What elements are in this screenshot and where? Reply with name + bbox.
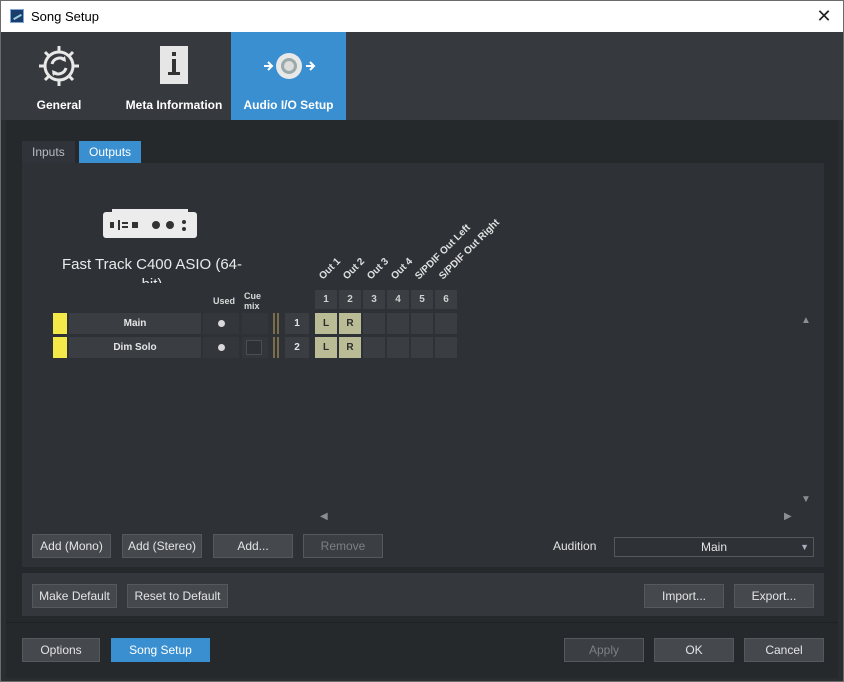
audio-interface-icon [103, 209, 197, 238]
tab-outputs[interactable]: Outputs [79, 141, 142, 163]
tab-general[interactable]: General [1, 32, 117, 120]
gear-icon [39, 46, 79, 86]
options-button[interactable]: Options [22, 638, 100, 662]
scroll-left-icon[interactable]: ◀ [320, 511, 328, 522]
tab-inputs[interactable]: Inputs [22, 141, 75, 163]
routing-cell[interactable]: L [315, 337, 337, 358]
row-separator [273, 337, 279, 358]
cancel-button[interactable]: Cancel [744, 638, 824, 662]
top-tab-bar: General Meta Information Audio I/O Setup [1, 32, 843, 120]
row-name[interactable]: Dim Solo [69, 337, 201, 358]
audition-value: Main [700, 540, 727, 554]
cue-mix-toggle [242, 313, 268, 334]
remove-button[interactable]: Remove [303, 534, 383, 558]
close-icon[interactable]: ✕ [813, 6, 835, 26]
routing-cell[interactable] [435, 313, 457, 334]
routing-cell[interactable]: L [315, 313, 337, 334]
tab-meta-information[interactable]: Meta Information [117, 32, 231, 120]
routing-cell[interactable]: R [339, 337, 361, 358]
row-separator [273, 313, 279, 334]
audio-io-icon [263, 53, 315, 79]
cue-mix-checkbox[interactable] [246, 340, 262, 355]
content-area: Inputs Outputs Fast Track C400 ASIO (64-… [6, 120, 838, 678]
used-toggle[interactable] [203, 337, 239, 358]
row-color-swatch[interactable] [53, 337, 67, 358]
outputs-panel: Fast Track C400 ASIO (64-bit) Used Cue m… [22, 163, 824, 567]
row-color-swatch[interactable] [53, 313, 67, 334]
routing-cell[interactable] [411, 313, 433, 334]
routing-cell[interactable] [387, 313, 409, 334]
routing-cell[interactable] [363, 313, 385, 334]
device-name: Fast Track C400 ASIO (64-bit) [61, 256, 243, 283]
tab-audio-io-setup-label: Audio I/O Setup [243, 98, 334, 112]
song-setup-window: Song Setup ✕ General Meta Information Au… [0, 0, 844, 682]
used-column-header: Used [213, 296, 236, 306]
title-bar: Song Setup ✕ [1, 1, 843, 32]
apply-button[interactable]: Apply [564, 638, 644, 662]
scroll-right-icon[interactable]: ▶ [784, 511, 792, 522]
make-default-button[interactable]: Make Default [32, 584, 117, 608]
routing-cell[interactable]: R [339, 313, 361, 334]
output-label-1: Out 1 [317, 256, 344, 282]
cue-mix-column-header: Cue mix [244, 291, 262, 311]
tab-general-label: General [36, 98, 82, 112]
add-stereo-button[interactable]: Add (Stereo) [122, 534, 202, 558]
window-title: Song Setup [31, 9, 99, 24]
used-dot-icon [218, 320, 225, 327]
reset-to-default-button[interactable]: Reset to Default [127, 584, 228, 608]
output-number-6: 6 [435, 290, 457, 309]
studio-one-app-icon [10, 9, 24, 23]
scroll-down-icon[interactable]: ▼ [801, 494, 811, 505]
output-label-3: Out 3 [365, 256, 392, 282]
chevron-down-icon: ▼ [800, 542, 809, 552]
output-number-1: 1 [315, 290, 337, 309]
row-number: 1 [285, 313, 309, 334]
output-number-3: 3 [363, 290, 385, 309]
import-button[interactable]: Import... [644, 584, 724, 608]
output-number-2: 2 [339, 290, 361, 309]
routing-cell[interactable] [387, 337, 409, 358]
output-label-4: Out 4 [389, 256, 416, 282]
audition-select[interactable]: Main ▼ [614, 537, 814, 557]
scroll-up-icon[interactable]: ▲ [801, 315, 811, 326]
ok-button[interactable]: OK [654, 638, 734, 662]
info-icon [160, 46, 188, 84]
output-number-4: 4 [387, 290, 409, 309]
row-number: 2 [285, 337, 309, 358]
routing-cell[interactable] [411, 337, 433, 358]
add-button[interactable]: Add... [213, 534, 293, 558]
tab-audio-io-setup[interactable]: Audio I/O Setup [231, 32, 346, 120]
used-dot-icon [218, 344, 225, 351]
divider [6, 622, 838, 623]
row-name[interactable]: Main [69, 313, 201, 334]
audition-label: Audition [553, 539, 597, 553]
cue-mix-toggle[interactable] [242, 337, 268, 358]
tab-meta-information-label: Meta Information [125, 98, 223, 112]
routing-cell[interactable] [435, 337, 457, 358]
used-toggle[interactable] [203, 313, 239, 334]
export-button[interactable]: Export... [734, 584, 814, 608]
add-mono-button[interactable]: Add (Mono) [32, 534, 111, 558]
routing-cell[interactable] [363, 337, 385, 358]
output-number-5: 5 [411, 290, 433, 309]
output-label-2: Out 2 [341, 256, 368, 282]
song-setup-button[interactable]: Song Setup [111, 638, 210, 662]
